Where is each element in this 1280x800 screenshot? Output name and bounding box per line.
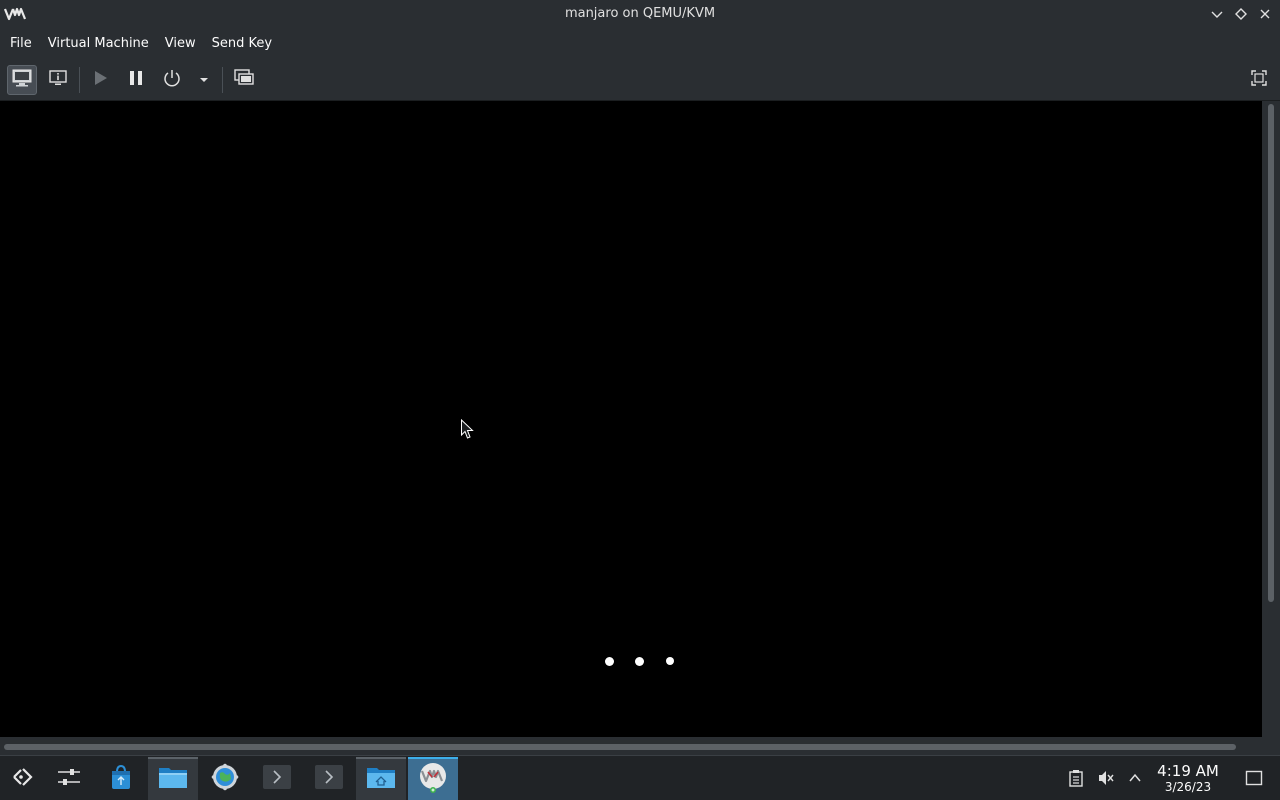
taskbar-terminal[interactable] [252, 757, 302, 800]
close-icon[interactable] [1256, 5, 1274, 23]
clipboard-icon[interactable] [1067, 769, 1085, 787]
digital-clock[interactable]: 4:19 AM 3/26/23 [1152, 762, 1224, 795]
vertical-scrollbar-thumb[interactable] [1268, 104, 1274, 602]
horizontal-scrollbar-thumb[interactable] [4, 744, 1236, 750]
toolbar-separator [222, 67, 223, 93]
minimize-icon[interactable] [1208, 5, 1226, 23]
info-details-icon [48, 68, 68, 92]
show-desktop-icon[interactable] [1244, 769, 1264, 787]
boot-progress-dot [605, 657, 614, 666]
menu-send-key[interactable]: Send Key [204, 29, 280, 59]
vm-console-display[interactable] [0, 101, 1262, 737]
terminal-prompt-icon [262, 764, 292, 794]
boot-progress-dot [635, 657, 644, 666]
mouse-pointer-icon [460, 418, 476, 441]
monitor-console-icon [11, 68, 33, 92]
power-shutdown-icon [162, 68, 182, 92]
details-view-button[interactable] [43, 65, 73, 95]
terminal-prompt-icon [314, 764, 344, 794]
pause-button[interactable] [121, 65, 151, 95]
pause-icon [127, 69, 145, 91]
toolbar-separator [79, 67, 80, 93]
shutdown-button[interactable] [157, 65, 187, 95]
dropdown-arrow-icon [198, 71, 210, 90]
taskbar-virt-manager[interactable] [408, 757, 458, 800]
menubar: File Virtual Machine View Send Key [0, 29, 1280, 59]
software-store-bag-icon [107, 763, 135, 795]
taskbar-terminal[interactable] [304, 757, 354, 800]
system-settings-sliders-icon [55, 766, 83, 792]
menu-file[interactable]: File [2, 29, 40, 59]
window-title: manjaro on QEMU/KVM [564, 6, 716, 21]
taskbar-software-store[interactable] [96, 757, 146, 800]
clock-time: 4:19 AM [1157, 762, 1219, 780]
shutdown-menu-button[interactable] [190, 65, 218, 95]
virt-manager-icon [417, 761, 449, 797]
tray-expand-chevron-icon[interactable] [1126, 769, 1144, 787]
run-button[interactable] [85, 65, 115, 95]
browser-globe-gear-icon [211, 763, 239, 795]
play-run-icon [91, 69, 109, 91]
window-titlebar[interactable]: manjaro on QEMU/KVM [0, 0, 1280, 29]
snapshots-button[interactable] [229, 65, 259, 95]
volume-muted-icon[interactable] [1097, 769, 1115, 787]
console-view-button[interactable] [7, 65, 37, 95]
menu-view[interactable]: View [157, 29, 204, 59]
taskbar-browser[interactable] [200, 757, 250, 800]
application-launcher-icon [9, 764, 35, 794]
maximize-icon[interactable] [1232, 5, 1250, 23]
snapshots-icon [233, 68, 255, 92]
taskbar-file-manager[interactable] [148, 757, 198, 800]
menu-virtual-machine[interactable]: Virtual Machine [40, 29, 157, 59]
application-launcher-button[interactable] [0, 757, 44, 800]
fullscreen-button[interactable] [1244, 65, 1274, 95]
boot-progress-dot [666, 657, 674, 665]
taskbar-home-folder[interactable] [356, 757, 406, 800]
taskbar-system-settings[interactable] [44, 757, 94, 800]
file-manager-folder-icon [158, 764, 188, 794]
home-folder-icon [366, 764, 396, 794]
clock-date: 3/26/23 [1164, 780, 1212, 794]
toolbar [0, 59, 1280, 101]
fullscreen-icon [1250, 69, 1268, 91]
taskbar-panel [0, 755, 1280, 800]
